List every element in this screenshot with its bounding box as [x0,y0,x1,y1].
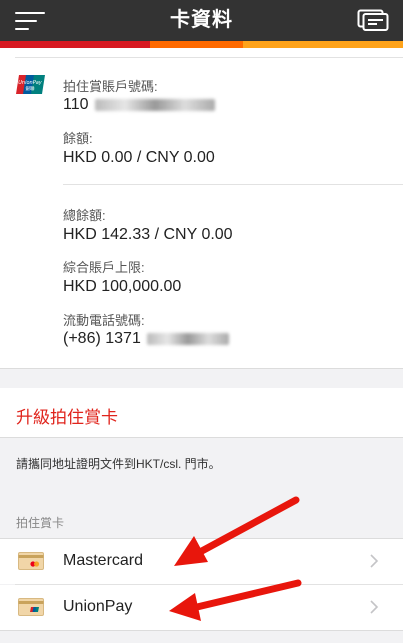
card-row-unionpay[interactable]: UnionPay [0,585,403,630]
card-label-unionpay: UnionPay [63,598,133,615]
card-number-label: 拍住賞賬戶號碼: [63,79,158,94]
account-info-panel: UnionPay 銀聯 拍住賞賬戶號碼: 110 餘額: HKD 0.00 / … [0,48,403,368]
card-label-mastercard: Mastercard [63,552,144,569]
card-number-value: 110 [63,96,215,114]
mobile-number-value: (+86) 1371 [63,330,230,348]
unionpay-logo-icon: UnionPay 銀聯 [16,75,45,94]
account-limit-value: HKD 100,000.00 [63,278,182,295]
page-title: 卡資料 [170,9,233,31]
upgrade-card-button[interactable]: 升級拍住賞卡 [0,388,403,437]
card-row-mastercard[interactable]: Mastercard [0,539,403,584]
address-proof-note: 請攜同地址證明文件到HKT/csl. 門市。 [16,457,221,471]
svg-text:UnionPay: UnionPay [18,80,43,86]
chevron-right-icon [370,554,379,568]
mastercard-icon [18,552,44,570]
svg-text:銀聯: 銀聯 [26,85,35,92]
total-balance-value: HKD 142.33 / CNY 0.00 [63,226,233,243]
balance-label: 餘額: [63,131,93,146]
mobile-number-label: 流動電話號碼: [63,313,145,328]
brand-stripe [0,41,403,48]
total-balance-label: 總餘額: [63,208,106,223]
cards-icon[interactable] [357,9,389,31]
account-limit-label: 綜合賬戶上限: [63,260,145,275]
balance-value: HKD 0.00 / CNY 0.00 [63,149,215,166]
unionpay-icon [18,598,44,616]
top-bar: 卡資料 [0,0,403,41]
cards-section-header: 拍住賞卡 [16,516,65,530]
upgrade-card-label: 升級拍住賞卡 [16,408,118,427]
chevron-right-icon [370,600,379,614]
